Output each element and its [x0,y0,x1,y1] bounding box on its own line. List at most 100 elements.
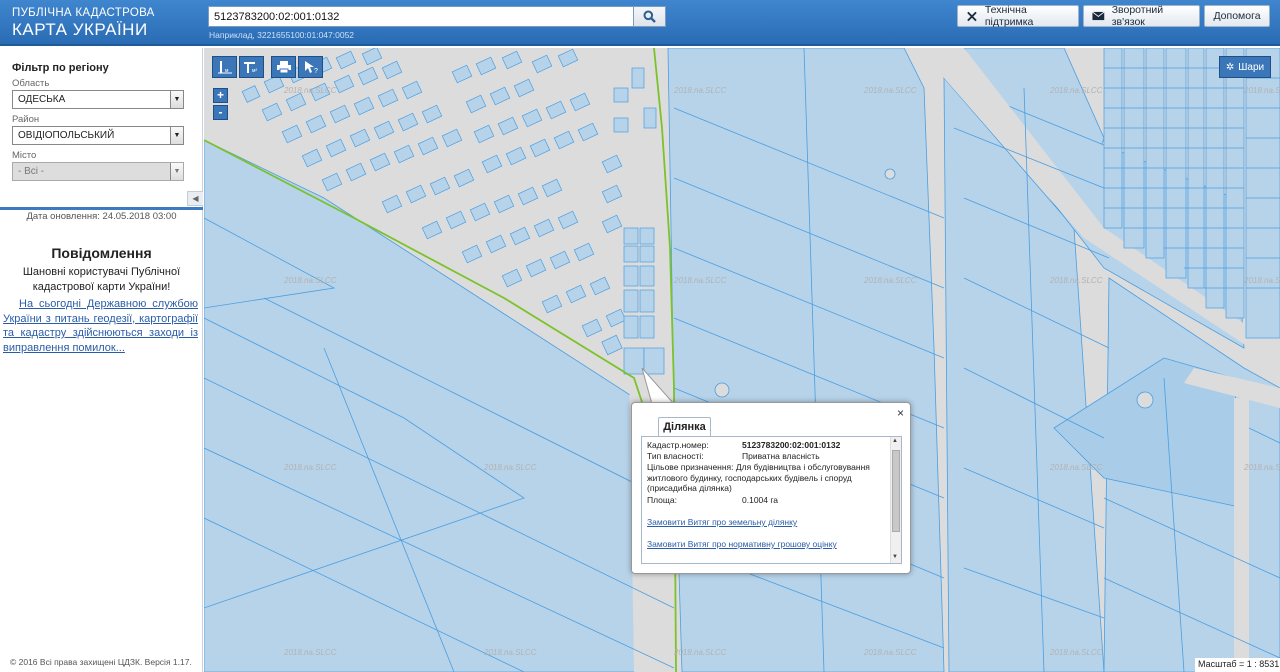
row-cadastral-number: Кадастр.номер: 5123783200:02:001:0132 [647,440,890,451]
divider [0,207,203,210]
search-button[interactable] [633,6,666,27]
site-logo[interactable]: ПУБЛІЧНА КАДАСТРОВА КАРТА УКРАЇНИ [12,7,155,39]
print-button[interactable] [271,56,296,78]
map-watermark: 2018.na.SLCC [864,648,917,657]
collapse-sidebar-button[interactable]: ◀ [187,191,203,206]
measure-distance-button[interactable]: м [212,56,237,78]
map-scale: Масштаб = 1 : 8531 [1195,658,1280,672]
map-canvas[interactable] [204,48,1280,672]
sidebar: Фільтр по регіону Область ОДЕСЬКА ▼ Райо… [0,48,203,672]
search-icon [643,10,656,23]
row-key: Площа: [647,495,677,505]
row-purpose: Цільове призначення: Для будівництва і о… [647,462,897,494]
map-watermark: 2018.na.SLCC [284,86,337,95]
logo-line-1: ПУБЛІЧНА КАДАСТРОВА [12,7,155,19]
map-watermark: 2018.na.SLCC [284,276,337,285]
row-value: 0.1004 га [742,495,779,505]
svg-text:?: ? [314,68,318,74]
support-label: Технічна підтримка [984,4,1034,28]
row-ownership: Тип власності: Приватна власність [647,451,890,462]
map-watermark: 2018.na.SLCC [1244,86,1280,95]
update-date: Дата оновлення: 24.05.2018 03:00 [26,211,177,222]
popup-body: Кадастр.номер: 5123783200:02:001:0132 Тип… [641,436,902,564]
chevron-left-icon: ◀ [192,194,199,203]
layers-button[interactable]: ✲ Шари [1219,56,1271,78]
row-value: Приватна власність [742,451,820,461]
ruler-icon: м [217,61,232,74]
zoom-out-button[interactable]: - [213,105,228,120]
measure-area-button[interactable]: м² [239,56,264,78]
svg-text:м²: м² [252,68,257,74]
city-label: Місто [12,150,37,161]
popup-pointer [641,367,676,405]
map-watermark: 2018.na.SLCC [484,463,537,472]
row-key: Кадастр.номер: [647,440,709,450]
map-watermark: 2018.na.SLCC [1244,276,1280,285]
map-watermark: 2018.na.SLCC [1050,86,1103,95]
help-label: Допомога [1213,10,1261,22]
map-watermark: 2018.na.SLCC [864,86,917,95]
popup-scrollbar[interactable]: ▲ ▼ [890,437,901,563]
row-key: Цільове призначення: [647,462,734,472]
map-toolbar: м м² ? [212,56,323,78]
city-value: - Всі - [18,166,45,177]
header: ПУБЛІЧНА КАДАСТРОВА КАРТА УКРАЇНИ Наприк… [0,0,1280,46]
support-button[interactable]: Технічна підтримка [957,4,1079,28]
map-watermark: 2018.na.SLCC [674,276,727,285]
order-valuation-link[interactable]: Замовити Витяг про нормативну грошову оц… [647,539,837,549]
envelope-icon [1092,11,1105,21]
district-label: Район [12,114,40,125]
row-area: Площа: 0.1004 га [647,495,890,506]
row-key: Тип власності: [647,451,704,461]
cursor-question-icon: ? [304,61,318,74]
help-button[interactable]: Допомога [1204,5,1270,27]
scroll-up-icon[interactable]: ▲ [892,438,898,444]
notice-link[interactable]: На сьогодні Державною службою України з … [3,297,198,355]
map-viewport[interactable]: 2018.na.SLCC 2018.na.SLCC 2018.na.SLCC 2… [204,48,1280,672]
feedback-button[interactable]: Зворотний зв'язок [1083,4,1200,28]
logo-line-2: КАРТА УКРАЇНИ [12,19,148,39]
feedback-label: Зворотний зв'язок [1111,4,1164,28]
region-label: Область [12,78,50,89]
notice-text: Шановні користувачі Публічної кадастрово… [22,266,181,293]
district-select[interactable]: ОВІДІОПОЛЬСЬКИЙ ▼ [12,126,184,145]
area-ruler-icon: м² [243,62,257,74]
chevron-down-icon: ▼ [170,163,183,180]
map-watermark: 2018.na.SLCC [1050,648,1103,657]
scroll-thumb[interactable] [892,450,900,532]
map-watermark: 2018.na.SLCC [1050,276,1103,285]
map-watermark: 2018.na.SLCC [1050,463,1103,472]
footer-copyright: © 2016 Всі права захищені ЦДЗК. Версія 1… [10,657,192,667]
parcel-popup: × Ділянка Кадастр.номер: 5123783200:02:00… [631,402,911,574]
zoom-controls: + - [213,88,228,122]
map-watermark: 2018.na.SLCC [284,648,337,657]
city-select[interactable]: - Всі - ▼ [12,162,184,181]
search-input[interactable] [208,6,634,27]
map-watermark: 2018.na.SLCC [1244,463,1280,472]
svg-text:м: м [225,68,229,74]
map-watermark: 2018.na.SLCC [284,463,337,472]
tab-parcel[interactable]: Ділянка [658,417,711,437]
identify-button[interactable]: ? [298,56,323,78]
zoom-in-button[interactable]: + [213,88,228,103]
scroll-down-icon[interactable]: ▼ [892,554,898,560]
gear-icon: ✲ [1225,61,1235,73]
printer-icon [276,61,291,73]
map-watermark: 2018.na.SLCC [674,86,727,95]
tools-icon [967,11,977,21]
map-watermark: 2018.na.SLCC [484,648,537,657]
chevron-down-icon: ▼ [170,91,183,108]
notice-title: Повідомлення [51,245,152,261]
row-value: 5123783200:02:001:0132 [742,440,841,450]
filter-title: Фільтр по регіону [12,62,109,74]
district-value: ОВІДІОПОЛЬСЬКИЙ [18,130,115,141]
map-parcel [667,48,945,672]
map-watermark: 2018.na.SLCC [674,648,727,657]
chevron-down-icon: ▼ [170,127,183,144]
map-watermark: 2018.na.SLCC [864,276,917,285]
region-value: ОДЕСЬКА [18,94,66,105]
close-icon[interactable]: × [897,406,904,420]
region-select[interactable]: ОДЕСЬКА ▼ [12,90,184,109]
order-extract-link[interactable]: Замовити Витяг про земельну ділянку [647,517,797,527]
layers-label: Шари [1238,61,1265,73]
